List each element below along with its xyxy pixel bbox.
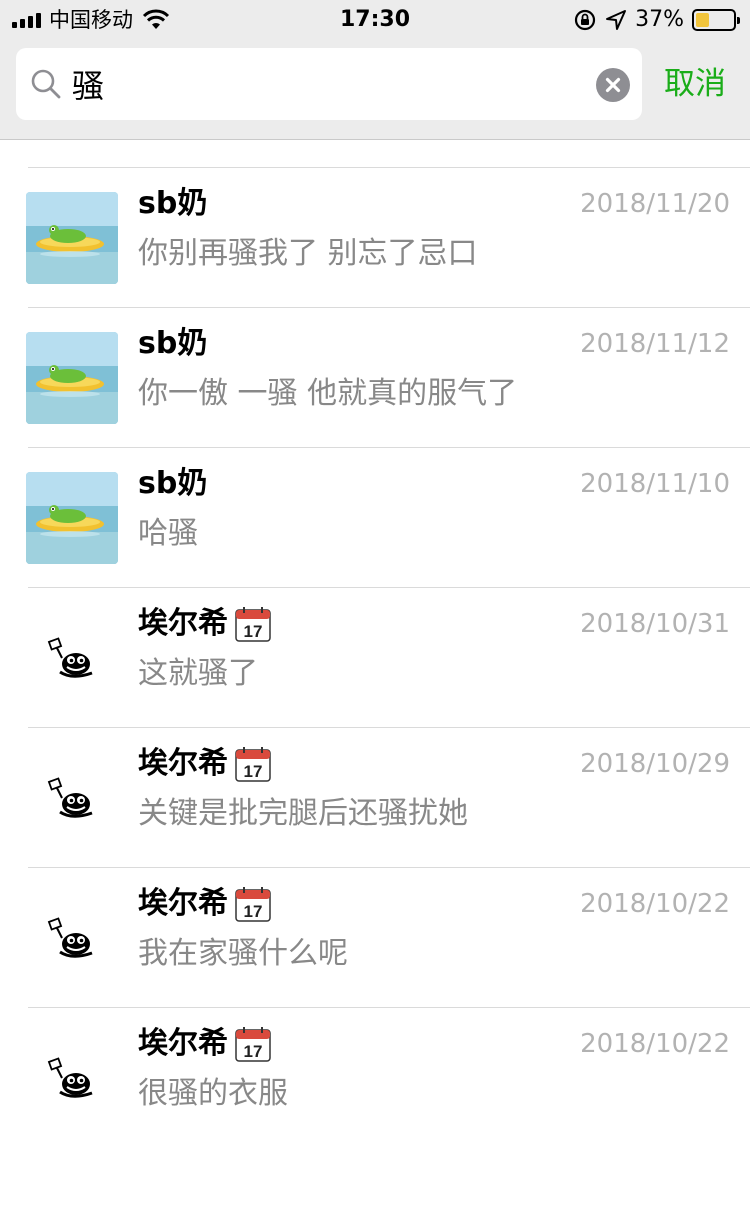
status-bar: 中国移动 17:30 37% <box>0 0 750 40</box>
status-bar-right: 37% <box>573 7 740 32</box>
contact-name-wrap: 埃尔希 17 <box>138 884 272 924</box>
contact-name-wrap: 埃尔希 17 <box>138 604 272 644</box>
contact-name-wrap: 埃尔希 17 <box>138 744 272 784</box>
snail-avatar <box>26 141 118 144</box>
clear-search-button[interactable] <box>596 68 630 102</box>
contact-name: 埃尔希 <box>138 606 228 641</box>
search-results: 埃尔希172018/11/21真的骚 sb奶 2018/11/20 你别再骚我了 别忘… <box>0 141 750 1148</box>
snail-avatar <box>26 1032 118 1124</box>
location-icon <box>606 10 627 30</box>
cancel-button[interactable]: 取消 <box>664 64 726 104</box>
orientation-lock-icon <box>574 9 596 31</box>
calendar-icon: 17 <box>235 747 271 782</box>
contact-name-wrap: sb奶 <box>138 184 207 224</box>
contact-name: sb奶 <box>138 466 208 501</box>
message-snippet: 关键是批完腿后还骚扰她 <box>138 796 468 831</box>
message-date: 2018/10/31 <box>580 609 730 639</box>
search-result-row[interactable]: sb奶 2018/11/10 哈骚 <box>0 448 750 588</box>
avatar <box>26 192 118 284</box>
calendar-icon: 17 <box>235 607 271 642</box>
search-icon <box>31 69 61 99</box>
message-date: 2018/10/22 <box>580 1029 730 1059</box>
message-snippet: 我在家骚什么呢 <box>138 936 348 971</box>
search-result-row[interactable]: 埃尔希172018/11/21真的骚 <box>0 141 750 168</box>
contact-name: sb奶 <box>138 186 208 221</box>
snail-avatar <box>26 892 118 984</box>
battery-level-fill <box>696 13 710 27</box>
message-date: 2018/11/10 <box>580 469 730 499</box>
calendar-day: 17 <box>244 622 263 641</box>
message-date: 2018/11/12 <box>580 329 730 359</box>
snail-avatar <box>26 752 118 844</box>
calendar-day: 17 <box>244 902 263 921</box>
avatar <box>26 612 118 704</box>
frog-float-avatar <box>26 472 118 564</box>
calendar-icon: 17 <box>235 887 271 922</box>
contact-name: 埃尔希 <box>138 886 228 921</box>
search-box[interactable] <box>16 48 642 120</box>
avatar <box>26 472 118 564</box>
message-date: 2018/10/22 <box>580 889 730 919</box>
message-date: 2018/11/20 <box>580 189 730 219</box>
frog-float-avatar <box>26 332 118 424</box>
contact-name-wrap: sb奶 <box>138 464 207 504</box>
contact-name: 埃尔希 <box>138 746 228 781</box>
avatar <box>26 332 118 424</box>
message-snippet: 你别再骚我了 别忘了忌口 <box>138 236 478 271</box>
close-icon <box>605 77 621 93</box>
search-results-list[interactable]: 埃尔希172018/11/21真的骚 sb奶 2018/11/20 你别再骚我了 别忘… <box>0 141 750 1229</box>
message-snippet: 很骚的衣服 <box>138 1076 288 1111</box>
avatar <box>26 1032 118 1124</box>
message-snippet: 你一傲 一骚 他就真的服气了 <box>138 376 518 411</box>
battery-percent: 37% <box>635 7 684 32</box>
battery-icon <box>692 9 740 31</box>
search-result-row[interactable]: sb奶 2018/11/12 你一傲 一骚 他就真的服气了 <box>0 308 750 448</box>
avatar <box>26 752 118 844</box>
snail-avatar <box>26 612 118 704</box>
search-header: 取消 <box>0 40 750 140</box>
search-input[interactable] <box>72 60 572 108</box>
contact-name: sb奶 <box>138 326 208 361</box>
message-snippet: 这就骚了 <box>138 656 258 691</box>
search-result-row[interactable]: 埃尔希 17 2018/10/31 这就骚了 <box>0 588 750 728</box>
search-result-row[interactable]: sb奶 2018/11/20 你别再骚我了 别忘了忌口 <box>0 168 750 308</box>
message-date: 2018/10/29 <box>580 749 730 779</box>
contact-name-wrap: 埃尔希 17 <box>138 1024 272 1064</box>
calendar-icon: 17 <box>235 1027 271 1062</box>
contact-name-wrap: sb奶 <box>138 324 207 364</box>
contact-name: 埃尔希 <box>138 1026 228 1061</box>
calendar-day: 17 <box>244 1042 263 1061</box>
avatar <box>26 892 118 984</box>
search-result-row[interactable]: 埃尔希 17 2018/10/22 很骚的衣服 <box>0 1008 750 1148</box>
calendar-day: 17 <box>244 762 263 781</box>
search-result-row[interactable]: 埃尔希 17 2018/10/29 关键是批完腿后还骚扰她 <box>0 728 750 868</box>
search-result-row[interactable]: 埃尔希 17 2018/10/22 我在家骚什么呢 <box>0 868 750 1008</box>
frog-float-avatar <box>26 192 118 284</box>
message-snippet: 哈骚 <box>138 516 198 551</box>
avatar <box>26 141 118 144</box>
